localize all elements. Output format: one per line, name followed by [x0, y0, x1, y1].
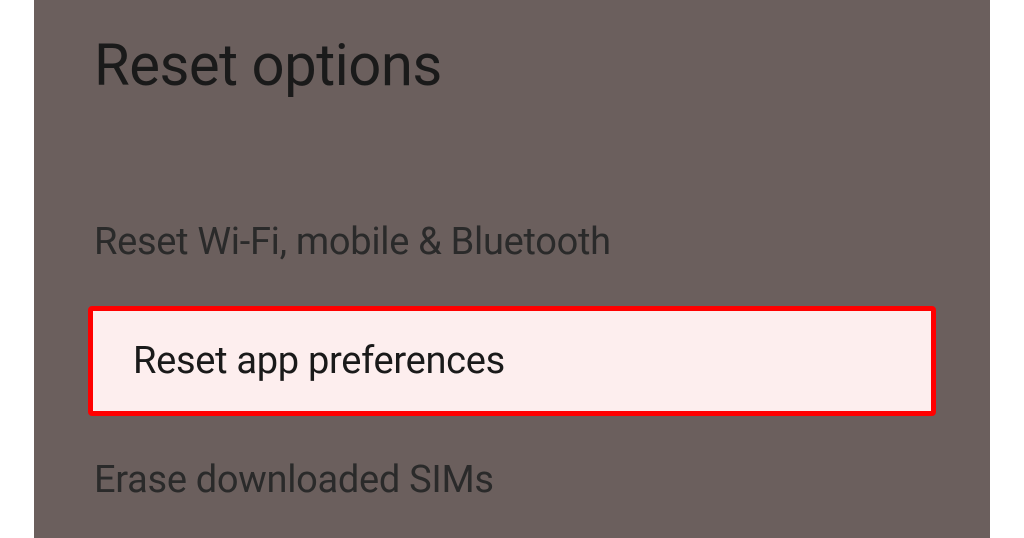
option-erase-downloaded-sims[interactable]: Erase downloaded SIMs — [34, 428, 990, 532]
option-reset-wifi-mobile-bluetooth[interactable]: Reset Wi-Fi, mobile & Bluetooth — [34, 190, 990, 294]
page-title: Reset options — [34, 24, 990, 100]
reset-options-list: Reset Wi-Fi, mobile & Bluetooth Reset ap… — [34, 190, 990, 532]
settings-screen: Reset options Reset Wi-Fi, mobile & Blue… — [34, 0, 990, 538]
option-reset-app-preferences[interactable]: Reset app preferences — [88, 306, 936, 416]
